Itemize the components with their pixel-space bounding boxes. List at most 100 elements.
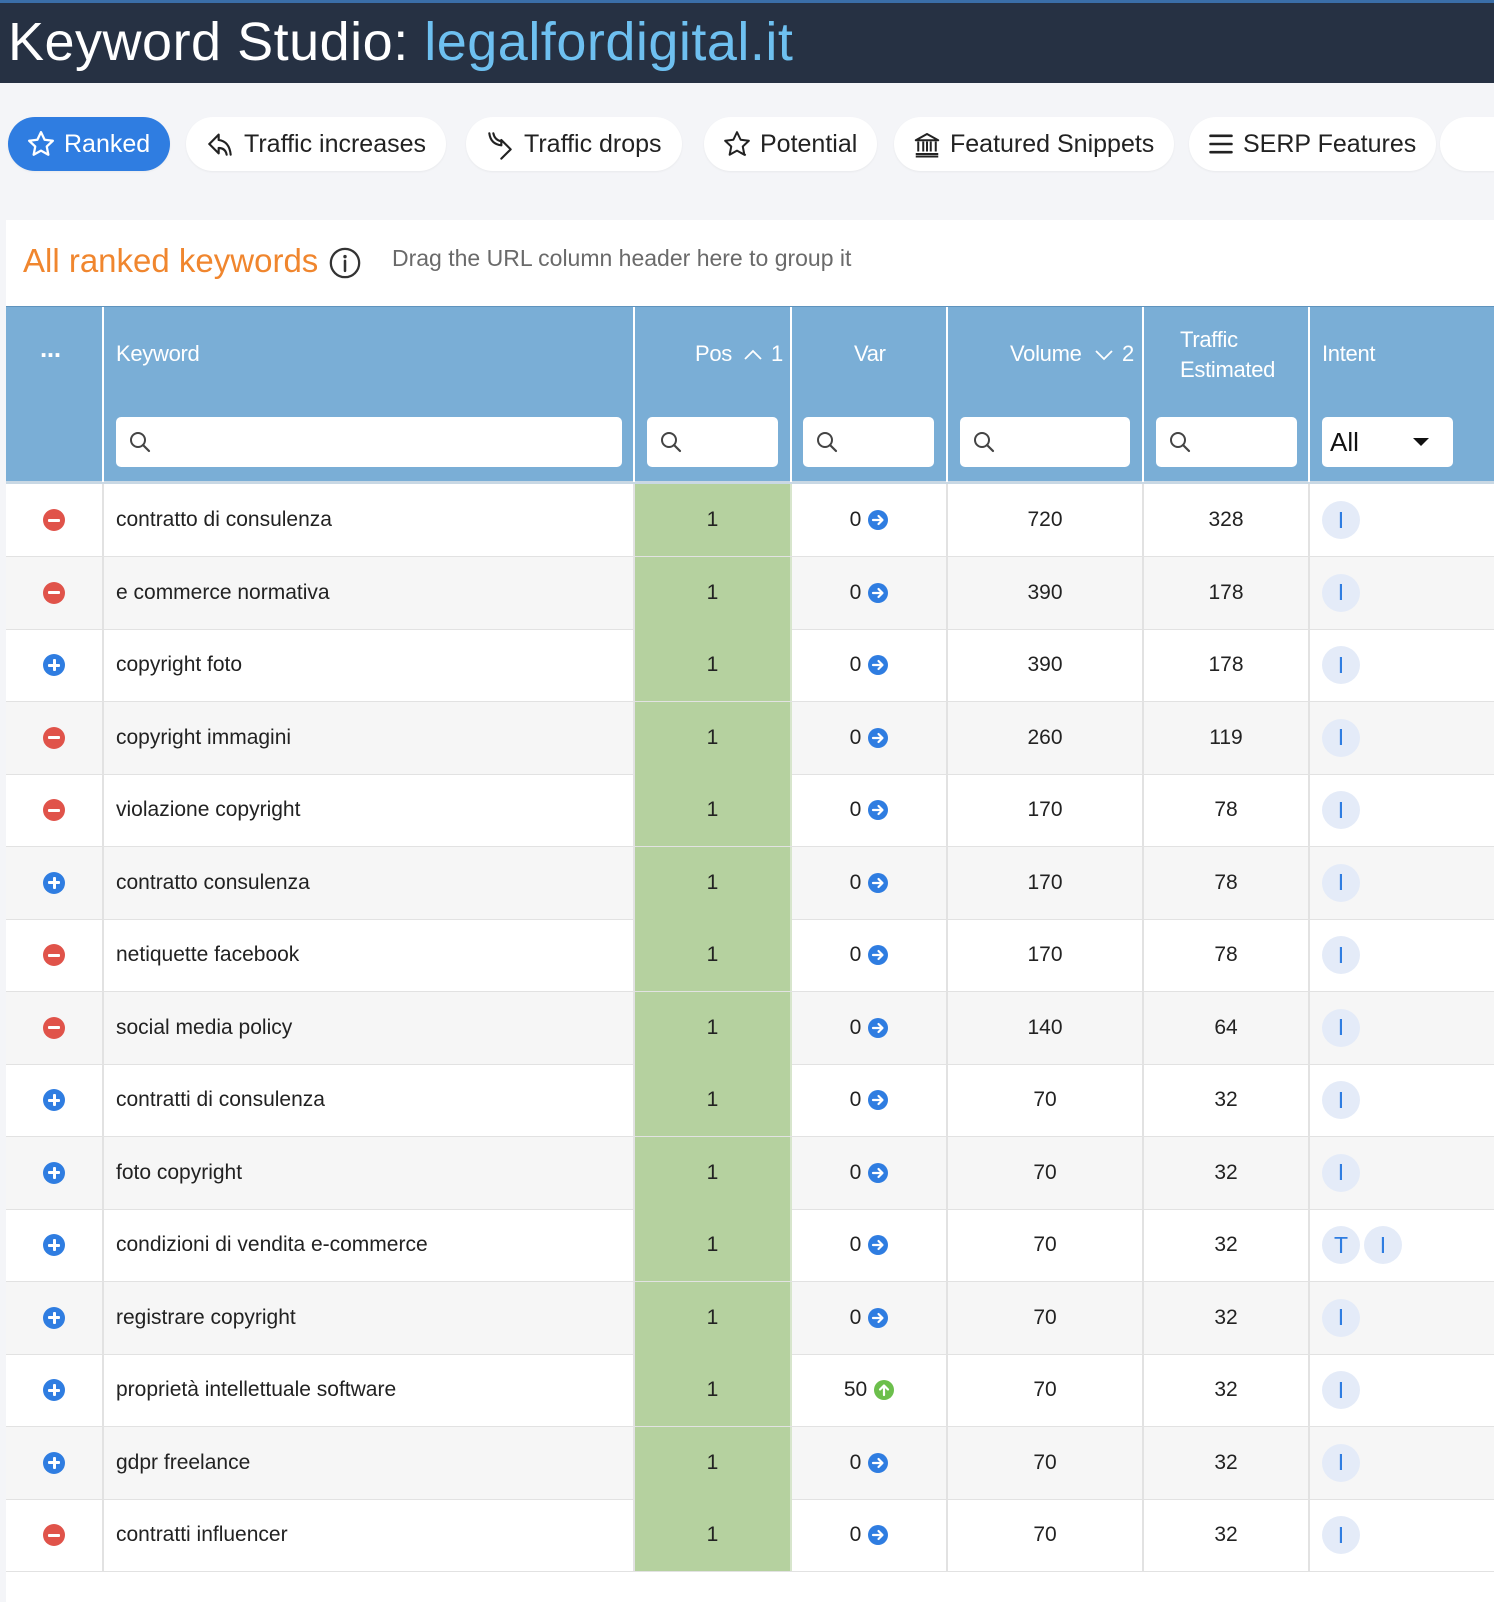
traffic-search-input[interactable] (1156, 417, 1297, 467)
filter-traffic-drops-button[interactable]: Traffic drops (466, 117, 682, 171)
row-action-cell (6, 1064, 104, 1136)
keyword-cell[interactable]: contratto consulenza (104, 846, 635, 919)
volume-search-input[interactable] (960, 417, 1130, 467)
column-keyword-header[interactable]: Keyword (104, 307, 635, 482)
plus-circle-icon[interactable] (43, 1161, 65, 1184)
keyword-cell[interactable]: contratti influencer (104, 1499, 635, 1571)
table-row[interactable]: proprietà intellettuale software 1 50 70… (6, 1354, 1494, 1427)
volume-filter-field[interactable] (1004, 425, 1122, 459)
minus-circle-icon[interactable] (43, 581, 65, 604)
column-menu-icon[interactable]: ... (40, 333, 61, 364)
keyword-cell[interactable]: copyright immagini (104, 701, 635, 774)
pos-filter-field[interactable] (691, 425, 770, 459)
plus-circle-icon[interactable] (43, 1306, 65, 1329)
keyword-cell[interactable]: contratti di consulenza (104, 1064, 635, 1136)
info-icon[interactable] (328, 246, 362, 280)
var-value: 0 (849, 943, 862, 966)
intent-badge: I (1322, 936, 1360, 974)
traffic-cell: 32 (1144, 1136, 1310, 1209)
minus-circle-icon[interactable] (43, 509, 65, 531)
column-intent-label: Intent (1322, 341, 1376, 366)
table-row[interactable]: contratto consulenza 1 0 170 78 I (6, 846, 1494, 920)
filter-potential-button[interactable]: Potential (704, 117, 878, 171)
column-var-header[interactable]: Var (792, 307, 948, 482)
keyword-cell[interactable]: condizioni di vendita e-commerce (104, 1209, 635, 1281)
column-volume-header[interactable]: Volume 2 (948, 307, 1144, 482)
pos-cell: 1 (635, 1064, 792, 1136)
table-row[interactable]: contratti di consulenza 1 0 70 32 I (6, 1064, 1494, 1137)
var-value: 0 (849, 580, 862, 604)
group-drop-zone[interactable]: Drag the URL column header here to group… (392, 245, 851, 272)
table-row[interactable]: registrare copyright 1 0 70 32 I (6, 1281, 1494, 1355)
pos-cell: 1 (635, 1136, 792, 1209)
keyword-cell[interactable]: contratto di consulenza (104, 484, 635, 556)
keyword-cell[interactable]: social media policy (104, 991, 635, 1064)
pos-search-input[interactable] (647, 417, 778, 467)
table-row[interactable]: copyright immagini 1 0 260 119 I (6, 701, 1494, 775)
plus-circle-icon[interactable] (43, 1379, 65, 1401)
intent-cell: I (1310, 1354, 1494, 1426)
keyword-cell[interactable]: registrare copyright (104, 1281, 635, 1354)
filter-featured-snippets-button[interactable]: Featured Snippets (894, 117, 1175, 171)
var-search-input[interactable] (803, 417, 934, 467)
intent-badge: T (1322, 1226, 1360, 1264)
traffic-filter-field[interactable] (1200, 425, 1289, 459)
intent-badge: I (1322, 646, 1360, 684)
keyword-cell[interactable]: gdpr freelance (104, 1426, 635, 1499)
row-action-cell (6, 1136, 104, 1209)
var-filter-field[interactable] (847, 425, 926, 459)
keyword-cell[interactable]: violazione copyright (104, 774, 635, 846)
table-row[interactable]: contratto di consulenza 1 0 720 328 I (6, 484, 1494, 557)
table-row[interactable]: social media policy 1 0 140 64 I (6, 991, 1494, 1065)
minus-circle-icon[interactable] (43, 726, 65, 749)
minus-circle-icon[interactable] (43, 1016, 65, 1039)
pos-cell: 1 (635, 484, 792, 556)
keyword-search-input[interactable] (116, 417, 622, 467)
table-row[interactable]: netiquette facebook 1 0 170 78 I (6, 919, 1494, 992)
keyword-filter-field[interactable] (160, 425, 614, 459)
table-row[interactable]: foto copyright 1 0 70 32 I (6, 1136, 1494, 1210)
panel-title: All ranked keywords (23, 242, 319, 279)
intent-cell: I (1310, 629, 1494, 701)
volume-cell: 260 (948, 701, 1144, 774)
intent-cell: I (1310, 484, 1494, 556)
var-value: 0 (849, 725, 862, 749)
table-row[interactable]: contratti influencer 1 0 70 32 I (6, 1499, 1494, 1572)
row-action-cell (6, 1426, 104, 1499)
filter-more-button[interactable] (1440, 117, 1494, 171)
pos-cell: 1 (635, 919, 792, 991)
volume-cell: 70 (948, 1354, 1144, 1426)
column-intent-header[interactable]: Intent All (1310, 307, 1494, 482)
table-row[interactable]: copyright foto 1 0 390 178 I (6, 629, 1494, 702)
table-row[interactable]: e commerce normativa 1 0 390 178 I (6, 556, 1494, 630)
filter-serp-features-button[interactable]: SERP Features (1189, 117, 1437, 171)
minus-circle-icon[interactable] (43, 944, 65, 966)
column-pos-header[interactable]: Pos 1 (635, 307, 792, 482)
filter-ranked-button[interactable]: Ranked (8, 117, 171, 171)
keyword-cell[interactable]: proprietà intellettuale software (104, 1354, 635, 1426)
plus-circle-icon[interactable] (43, 654, 65, 676)
traffic-cell: 32 (1144, 1499, 1310, 1571)
intent-cell: I (1310, 1282, 1494, 1354)
column-menu-header[interactable]: ... (6, 307, 104, 482)
minus-circle-icon[interactable] (43, 799, 65, 821)
plus-circle-icon[interactable] (43, 1234, 65, 1256)
arrow-up-circle-icon (874, 1380, 895, 1400)
plus-circle-icon[interactable] (43, 871, 65, 894)
minus-circle-icon[interactable] (43, 1524, 65, 1546)
keyword-cell[interactable]: e commerce normativa (104, 556, 635, 629)
plus-circle-icon[interactable] (43, 1089, 65, 1111)
filter-traffic-increases-button[interactable]: Traffic increases (186, 117, 447, 171)
var-value: 50 (843, 1378, 868, 1401)
var-cell: 0 (792, 846, 948, 919)
table-row[interactable]: gdpr freelance 1 0 70 32 I (6, 1426, 1494, 1500)
plus-circle-icon[interactable] (43, 1451, 65, 1474)
chevron-down-icon (1413, 438, 1429, 446)
keyword-cell[interactable]: copyright foto (104, 629, 635, 701)
table-row[interactable]: violazione copyright 1 0 170 78 I (6, 774, 1494, 847)
intent-filter-select[interactable]: All (1322, 417, 1453, 467)
keyword-cell[interactable]: foto copyright (104, 1136, 635, 1209)
table-row[interactable]: condizioni di vendita e-commerce 1 0 70 … (6, 1209, 1494, 1282)
keyword-cell[interactable]: netiquette facebook (104, 919, 635, 991)
column-traffic-header[interactable]: Traffic Estimated (1144, 307, 1310, 482)
